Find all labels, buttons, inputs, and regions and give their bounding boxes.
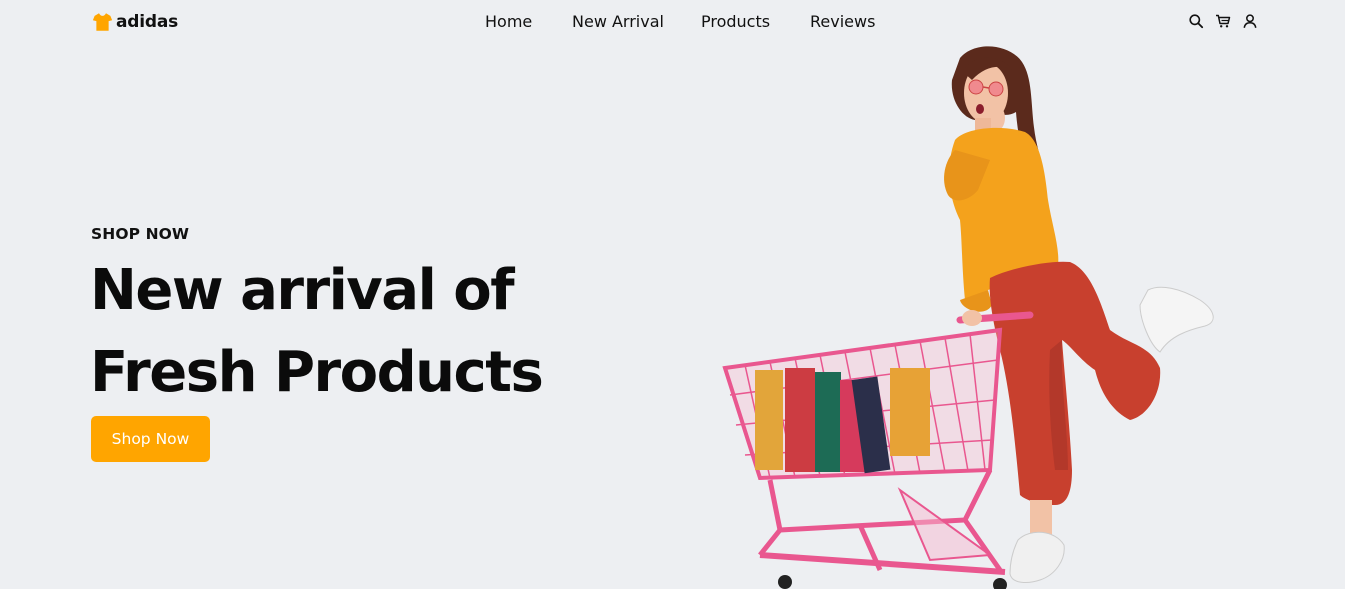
nav-reviews[interactable]: Reviews <box>810 12 890 32</box>
shop-now-button[interactable]: Shop Now <box>91 416 210 462</box>
landing-page: adidas Home New Arrival Products Reviews… <box>0 0 1345 589</box>
headline-line-2: Fresh Products <box>90 340 544 405</box>
hero-image <box>722 46 1214 589</box>
hero-headline: New arrival of Fresh Products <box>90 250 544 414</box>
cart-icon[interactable] <box>1215 13 1231 29</box>
nav-new-arrival[interactable]: New Arrival <box>572 12 701 32</box>
headline-line-1: New arrival of <box>90 258 515 323</box>
header-actions <box>1188 13 1258 29</box>
brand-logo[interactable]: adidas <box>92 11 178 33</box>
nav-home[interactable]: Home <box>485 12 572 32</box>
brand-name: adidas <box>116 12 179 32</box>
hero-eyebrow: SHOP NOW <box>91 225 190 243</box>
nav-products[interactable]: Products <box>701 12 810 32</box>
tshirt-icon <box>92 13 113 31</box>
search-icon[interactable] <box>1188 13 1204 29</box>
user-icon[interactable] <box>1242 13 1258 29</box>
main-nav: Home New Arrival Products Reviews <box>485 12 890 32</box>
